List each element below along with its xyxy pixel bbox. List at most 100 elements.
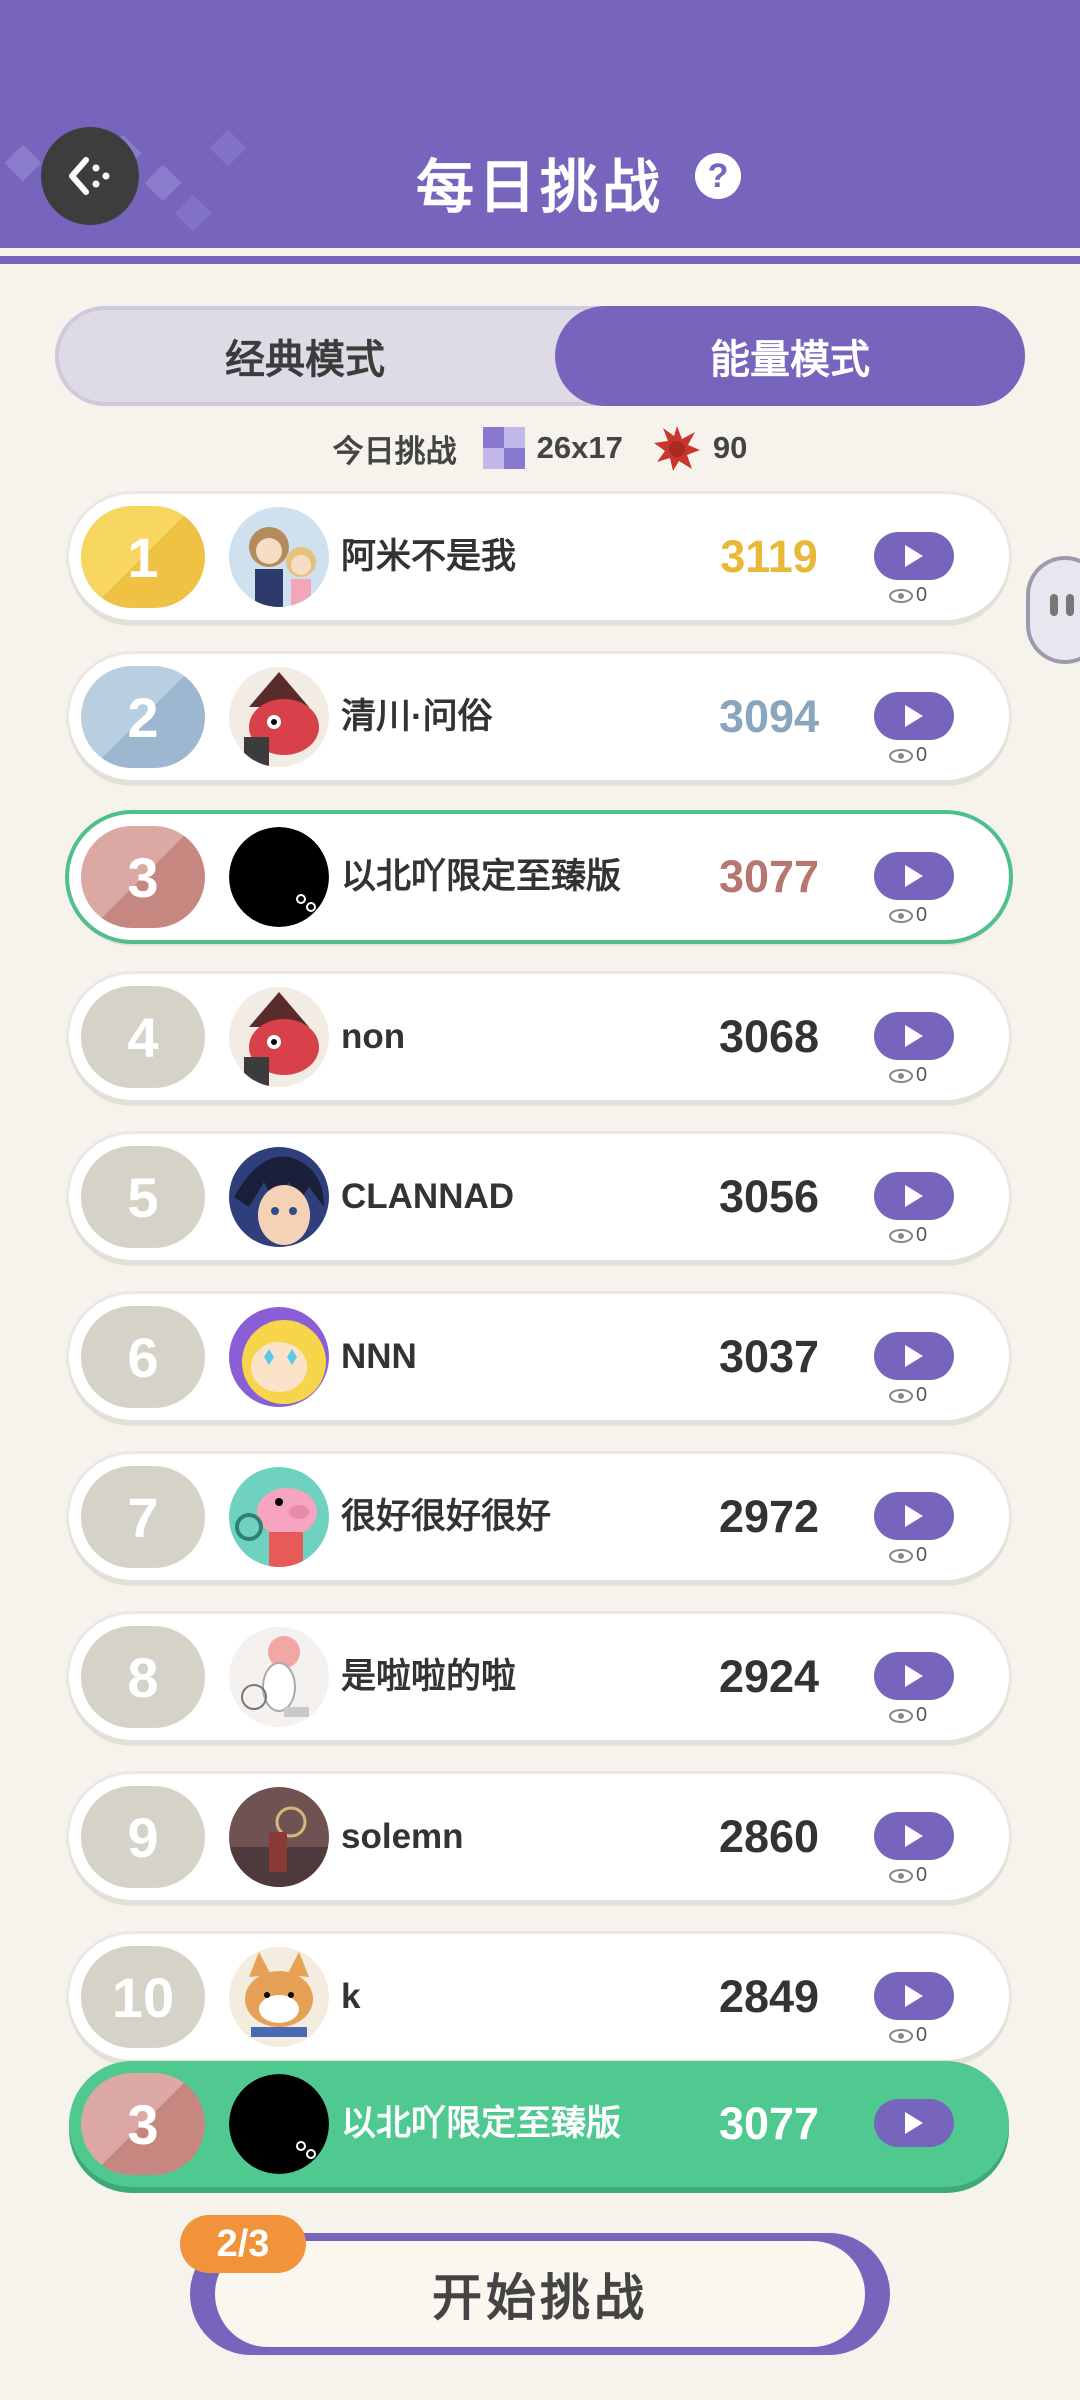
view-count: 0 — [889, 584, 927, 607]
player-name: 清川·问俗 — [341, 697, 493, 736]
start-challenge-button[interactable]: 开始挑战 — [215, 2241, 865, 2347]
replay-button[interactable] — [874, 852, 954, 900]
player-name: non — [341, 1017, 406, 1056]
rank-badge: 2 — [81, 666, 205, 768]
replay-button[interactable] — [874, 692, 954, 740]
header-divider — [0, 256, 1080, 264]
leaderboard-row[interactable]: 10 k 2849 0 — [69, 1934, 1009, 2060]
mode-toggle: 经典模式 能量模式 — [55, 306, 1025, 406]
play-icon — [905, 1985, 923, 2007]
player-score: 3056 — [718, 1171, 820, 1222]
rank-badge: 8 — [81, 1626, 205, 1728]
grid-size-icon — [482, 427, 525, 469]
tab-classic-mode[interactable]: 经典模式 — [55, 306, 555, 406]
play-icon — [905, 545, 923, 567]
play-icon — [905, 865, 923, 887]
replay-button[interactable] — [874, 2099, 954, 2147]
view-count: 0 — [889, 1704, 927, 1727]
rank-badge: 3 — [81, 2073, 205, 2175]
eye-icon — [889, 2028, 913, 2043]
rank-badge: 6 — [81, 1306, 205, 1408]
player-score: 2972 — [718, 1491, 820, 1542]
avatar — [229, 987, 329, 1087]
rank-badge: 9 — [81, 1786, 205, 1888]
leaderboard-row-current-user[interactable]: 3 以北吖限定至臻版 3077 0 — [69, 814, 1009, 940]
rank-badge: 5 — [81, 1146, 205, 1248]
today-challenge-label: 今日挑战 — [332, 433, 457, 469]
eye-icon — [889, 1228, 913, 1243]
leaderboard-row[interactable]: 4 non 3068 0 — [69, 974, 1009, 1100]
player-name: k — [341, 1977, 361, 2016]
eye-icon — [889, 588, 913, 603]
avatar — [229, 1787, 329, 1887]
avatar — [229, 1467, 329, 1567]
play-icon — [905, 705, 923, 727]
view-count: 0 — [889, 1224, 927, 1247]
avatar — [229, 667, 329, 767]
play-icon — [905, 2112, 923, 2134]
avatar — [229, 827, 329, 927]
replay-button[interactable] — [874, 1172, 954, 1220]
view-count: 0 — [889, 2024, 927, 2047]
today-challenge-info: 今日挑战 26x17 90 — [0, 425, 1080, 471]
leaderboard-row[interactable]: 2 清川·问俗 3094 0 — [69, 654, 1009, 780]
grid-size-value: 26x17 — [536, 430, 623, 465]
replay-button[interactable] — [874, 1492, 954, 1540]
player-name: 以北吖限定至臻版 — [341, 2104, 622, 2143]
energy-value: 90 — [712, 430, 748, 465]
eye-icon — [889, 1868, 913, 1883]
replay-button[interactable] — [874, 1012, 954, 1060]
player-name: 以北吖限定至臻版 — [341, 857, 622, 896]
eye-icon — [889, 1708, 913, 1723]
player-score: 2924 — [718, 1651, 820, 1702]
play-icon — [905, 1505, 923, 1527]
leaderboard-row[interactable]: 5 CLANNAD 3056 0 — [69, 1134, 1009, 1260]
my-rank-row[interactable]: 3 以北吖限定至臻版 3077 — [69, 2061, 1009, 2187]
player-name: NNN — [341, 1337, 417, 1376]
leaderboard-row[interactable]: 7 很好很好很好 2972 0 — [69, 1454, 1009, 1580]
view-count: 0 — [889, 744, 927, 767]
eye-icon — [889, 1068, 913, 1083]
floating-assistant-handle[interactable] — [1030, 560, 1080, 660]
avatar — [229, 1627, 329, 1727]
player-name: solemn — [341, 1817, 464, 1856]
leaderboard-row[interactable]: 6 NNN 3037 0 — [69, 1294, 1009, 1420]
tab-energy-mode[interactable]: 能量模式 — [555, 306, 1025, 406]
play-icon — [905, 1665, 923, 1687]
leaderboard-row[interactable]: 9 solemn 2860 0 — [69, 1774, 1009, 1900]
play-icon — [905, 1185, 923, 1207]
view-count: 0 — [889, 904, 927, 927]
rank-badge: 7 — [81, 1466, 205, 1568]
player-name: 是啦啦的啦 — [341, 1657, 517, 1696]
player-score: 3094 — [718, 691, 820, 742]
replay-button[interactable] — [874, 532, 954, 580]
help-icon[interactable]: ? — [695, 153, 741, 199]
energy-burst-icon — [653, 426, 700, 471]
avatar — [229, 2074, 329, 2174]
attempts-badge: 2/3 — [180, 2215, 306, 2273]
player-score: 2849 — [718, 1971, 820, 2022]
replay-button[interactable] — [874, 1972, 954, 2020]
avatar — [229, 1947, 329, 2047]
rank-badge: 4 — [81, 986, 205, 1088]
view-count: 0 — [889, 1864, 927, 1887]
view-count: 0 — [889, 1064, 927, 1087]
page-title: 每日挑战 — [415, 155, 664, 220]
play-icon — [905, 1825, 923, 1847]
avatar — [229, 507, 329, 607]
replay-button[interactable] — [874, 1812, 954, 1860]
replay-button[interactable] — [874, 1652, 954, 1700]
player-name: CLANNAD — [341, 1177, 515, 1216]
header-bar: 每日挑战 ? — [0, 0, 1080, 248]
view-count: 0 — [889, 1544, 927, 1567]
player-name: 很好很好很好 — [341, 1497, 552, 1536]
eye-icon — [889, 1548, 913, 1563]
leaderboard-row[interactable]: 8 是啦啦的啦 2924 0 — [69, 1614, 1009, 1740]
replay-button[interactable] — [874, 1332, 954, 1380]
play-icon — [905, 1345, 923, 1367]
leaderboard-row[interactable]: 1 阿米不是我 3119 0 — [69, 494, 1009, 620]
rank-badge: 1 — [81, 506, 205, 608]
player-score: 3037 — [718, 1331, 820, 1382]
rank-badge: 10 — [81, 1946, 205, 2048]
player-score: 3068 — [718, 1011, 820, 1062]
